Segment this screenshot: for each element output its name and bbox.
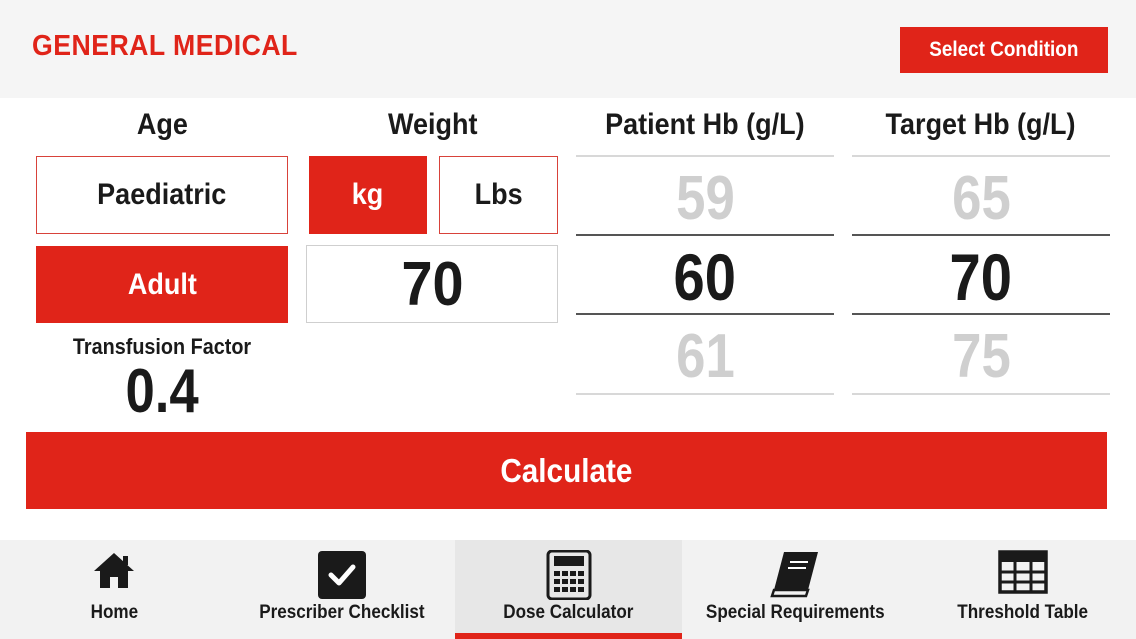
picker-divider [576, 393, 834, 395]
target-hb-option-above[interactable]: 65 [852, 163, 1110, 234]
patient-hb-option-below[interactable]: 61 [576, 321, 834, 392]
nav-dose-calculator[interactable]: Dose Calculator [455, 540, 682, 639]
calculate-button[interactable]: Calculate [26, 432, 1107, 509]
select-condition-label: Select Condition [929, 38, 1079, 61]
calculate-label: Calculate [500, 451, 633, 489]
bottom-nav: Home Prescriber Checklist Dose Calculato… [0, 540, 1136, 639]
picker-divider [576, 155, 834, 157]
home-icon [94, 553, 134, 588]
target-hb-picker[interactable]: 65 70 75 [852, 155, 1110, 395]
unit-kg-button[interactable]: kg [309, 156, 427, 234]
target-hb-selected[interactable]: 70 [852, 239, 1110, 315]
nav-home-label: Home [90, 602, 138, 623]
picker-divider [852, 155, 1110, 157]
patient-hb-label: Patient Hb (g/L) [605, 108, 805, 141]
page-title: GENERAL MEDICAL [32, 30, 298, 62]
weight-input[interactable]: 70 [306, 245, 558, 323]
active-tab-indicator [455, 633, 682, 639]
nav-prescriber-checklist[interactable]: Prescriber Checklist [228, 540, 455, 639]
target-hb-label: Target Hb (g/L) [886, 108, 1076, 141]
picker-divider [576, 234, 834, 236]
age-adult-button[interactable]: Adult [36, 246, 288, 323]
weight-label: Weight [388, 108, 478, 141]
nav-threshold-table[interactable]: Threshold Table [909, 540, 1136, 639]
picker-divider [576, 313, 834, 315]
patient-hb-picker[interactable]: 59 60 61 [576, 155, 834, 395]
checkbox-icon [317, 551, 366, 599]
picker-divider [852, 393, 1110, 395]
nav-home[interactable]: Home [0, 540, 228, 639]
nav-dose-calculator-label: Dose Calculator [503, 602, 634, 623]
unit-lbs-button[interactable]: Lbs [439, 156, 558, 234]
nav-special-requirements-label: Special Requirements [706, 602, 885, 623]
picker-divider [852, 234, 1110, 236]
header-bar: GENERAL MEDICAL Select Condition [0, 0, 1136, 98]
book-icon [769, 552, 818, 598]
picker-divider [852, 313, 1110, 315]
nav-threshold-table-label: Threshold Table [957, 602, 1088, 623]
table-icon [997, 550, 1048, 594]
age-paediatric-button[interactable]: Paediatric [36, 156, 288, 234]
patient-hb-selected[interactable]: 60 [576, 239, 834, 315]
nav-special-requirements[interactable]: Special Requirements [682, 540, 909, 639]
transfusion-factor-value: 0.4 [125, 357, 199, 426]
target-hb-option-below[interactable]: 75 [852, 321, 1110, 392]
age-label: Age [136, 108, 188, 141]
calculator-icon [546, 550, 591, 600]
patient-hb-option-above[interactable]: 59 [576, 163, 834, 234]
select-condition-button[interactable]: Select Condition [900, 27, 1108, 73]
nav-prescriber-checklist-label: Prescriber Checklist [258, 602, 425, 623]
